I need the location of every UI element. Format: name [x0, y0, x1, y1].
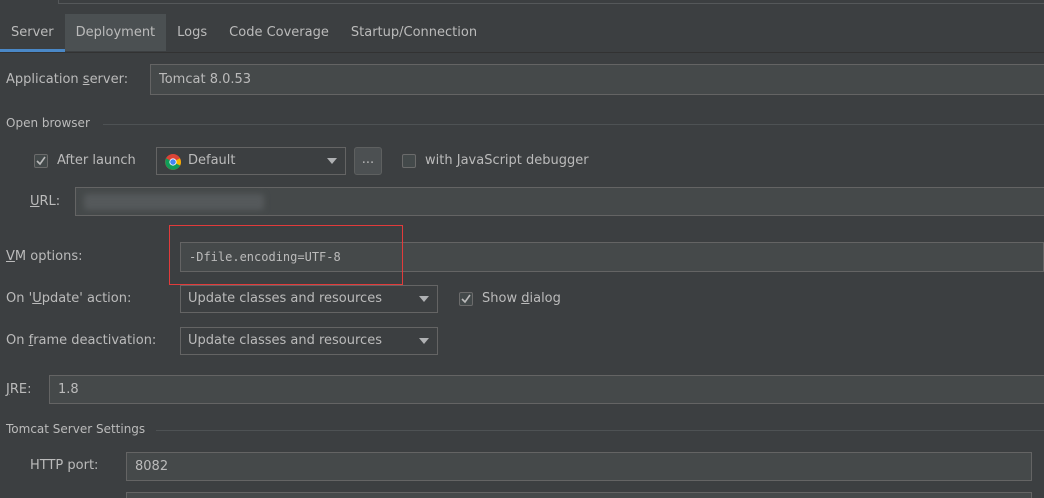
browser-select-value: Default: [188, 153, 236, 168]
js-debugger-label: with JavaScript debugger: [425, 153, 589, 168]
open-browser-title: Open browser: [6, 116, 90, 130]
open-browser-divider: [103, 124, 1044, 125]
application-server-label-b: erver:: [89, 72, 129, 87]
application-server-label-mnemonic: s: [82, 72, 90, 87]
show-dialog-checkbox[interactable]: [459, 292, 473, 306]
tomcat-settings-divider: [156, 430, 1044, 431]
tab-server[interactable]: Server: [0, 14, 65, 52]
application-server-label-a: Application: [6, 72, 83, 87]
http-port-field[interactable]: 8082: [126, 452, 1032, 481]
jre-label: JRE:: [6, 382, 31, 397]
highlight-annotation: [169, 225, 403, 285]
vm-options-label-b: M options:: [14, 249, 83, 264]
update-action-label-mnemonic: U: [32, 291, 42, 306]
tab-startup-connection[interactable]: Startup/Connection: [340, 14, 488, 51]
tab-logs[interactable]: Logs: [166, 14, 218, 51]
show-dialog-label: Show dialog: [482, 291, 561, 306]
frame-deactivation-value: Update classes and resources: [188, 333, 382, 348]
http-port-label: HTTP port:: [30, 458, 99, 473]
url-redacted: [84, 194, 264, 210]
frame-deactivation-select[interactable]: Update classes and resources: [180, 327, 438, 355]
run-configuration-panel: Server Deployment Logs Code Coverage Sta…: [0, 0, 1044, 498]
update-action-label-b: pdate' action:: [41, 291, 132, 306]
after-launch-label: After launch: [57, 153, 136, 168]
chevron-down-icon: [419, 296, 429, 302]
jre-field[interactable]: 1.8: [49, 375, 1044, 404]
checkmark-icon: [461, 294, 471, 304]
application-server-field[interactable]: Tomcat 8.0.53: [150, 64, 1044, 95]
frame-deactivation-label: On frame deactivation:: [6, 333, 156, 348]
tab-code-coverage[interactable]: Code Coverage: [218, 14, 340, 51]
chevron-down-icon: [419, 338, 429, 344]
tab-logs-label: Logs: [177, 25, 208, 40]
update-action-value: Update classes and resources: [188, 291, 382, 306]
url-field[interactable]: [75, 187, 1044, 216]
jre-label-b: RE:: [9, 382, 32, 397]
update-action-select[interactable]: Update classes and resources: [180, 285, 438, 313]
tab-startup-connection-label: Startup/Connection: [350, 25, 478, 40]
frame-deactivation-label-b: rame deactivation:: [33, 333, 157, 348]
vm-options-label-mnemonic: V: [6, 249, 15, 264]
checkmark-icon: [36, 156, 46, 166]
after-launch-checkbox[interactable]: [34, 154, 48, 168]
url-label-b: RL:: [39, 194, 61, 209]
tab-code-coverage-label: Code Coverage: [229, 25, 329, 40]
update-action-label: On 'Update' action:: [6, 291, 131, 306]
chevron-down-icon: [327, 158, 337, 164]
js-debugger-label-a: with: [425, 153, 457, 168]
js-debugger-label-b: avaScript debugger: [460, 153, 589, 168]
jre-value: 1.8: [58, 382, 79, 397]
url-label-mnemonic: U: [30, 194, 40, 209]
application-server-value: Tomcat 8.0.53: [159, 72, 252, 87]
tab-deployment[interactable]: Deployment: [64, 14, 167, 51]
show-dialog-label-b: ialog: [529, 291, 561, 306]
browse-browser-button[interactable]: ...: [354, 147, 382, 175]
top-field-edge: [58, 0, 1044, 4]
browser-select[interactable]: Default: [156, 147, 346, 175]
next-port-field[interactable]: [126, 492, 1032, 498]
tomcat-settings-title: Tomcat Server Settings: [6, 422, 146, 436]
show-dialog-label-a: Show: [482, 291, 522, 306]
http-port-value: 8082: [135, 459, 169, 474]
url-label: URL:: [30, 194, 60, 209]
application-server-label: Application server:: [6, 72, 128, 87]
js-debugger-checkbox[interactable]: [402, 154, 416, 168]
chrome-icon: [165, 154, 181, 170]
tab-active-indicator: [0, 49, 65, 52]
tab-bar: Server Deployment Logs Code Coverage Sta…: [0, 14, 1044, 53]
frame-deactivation-label-a: On: [6, 333, 29, 348]
top-strip: [0, 0, 1044, 10]
vm-options-label: VM options:: [6, 249, 83, 264]
tab-server-label: Server: [11, 25, 54, 40]
update-action-label-a: On ': [6, 291, 33, 306]
tab-deployment-label: Deployment: [75, 25, 156, 40]
